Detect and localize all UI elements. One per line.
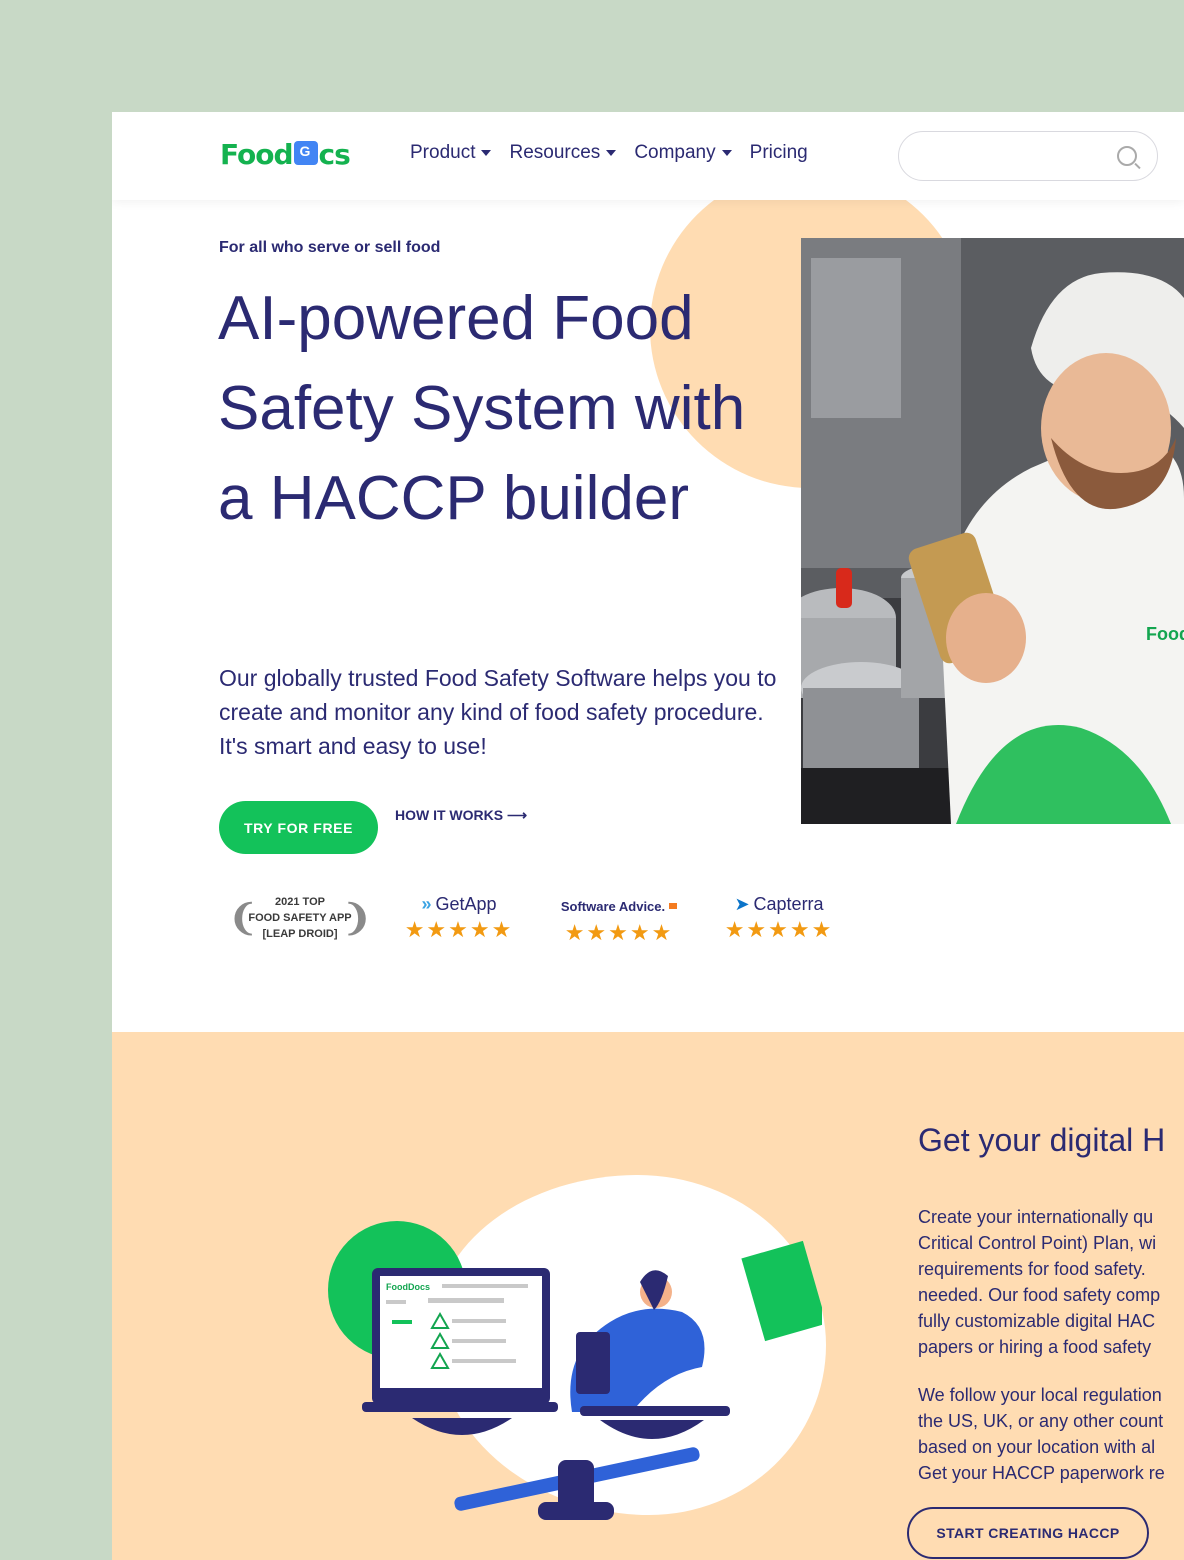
- menu-company[interactable]: Company: [634, 142, 732, 164]
- menu-company-label: Company: [634, 142, 716, 163]
- award-badge: ❨ ❩ 2021 TOP FOOD SAFETY APP [LEAP DROID…: [228, 894, 372, 942]
- menu-pricing-label: Pricing: [749, 142, 808, 163]
- fooddocs-logo[interactable]: Foodcs: [220, 138, 351, 171]
- chef-photo-illustration: Food: [801, 238, 1184, 824]
- software-advice-name: Software Advice.: [560, 898, 666, 914]
- caret-down-icon: [606, 150, 617, 156]
- getapp-rating[interactable]: » GetApp ★★★★★: [394, 894, 524, 943]
- main-menu: Product Resources Company Pricing: [410, 142, 808, 164]
- menu-resources[interactable]: Resources: [509, 142, 617, 164]
- capterra-rating[interactable]: ➤ Capterra ★★★★★: [714, 894, 844, 943]
- capterra-arrow-icon: ➤: [734, 894, 750, 914]
- capterra-name: Capterra: [753, 894, 824, 914]
- menu-product[interactable]: Product: [410, 142, 492, 164]
- software-advice-rating[interactable]: Software Advice. ★★★★★: [554, 894, 684, 946]
- getapp-chevron-icon: »: [421, 894, 432, 914]
- try-for-free-button[interactable]: TRY FOR FREE: [219, 801, 378, 854]
- capterra-stars: ★★★★★: [724, 917, 834, 942]
- start-creating-haccp-button[interactable]: START CREATING HACCP: [907, 1507, 1149, 1559]
- page: Foodcs Product Resources Company Pricing: [112, 112, 1184, 1560]
- search-box: [898, 131, 1158, 181]
- caret-down-icon: [721, 150, 732, 156]
- top-navigation: Foodcs Product Resources Company Pricing: [112, 112, 1184, 200]
- how-it-works-link[interactable]: HOW IT WORKS ⟶: [395, 807, 527, 824]
- chef-photo: Food: [801, 238, 1184, 824]
- google-translate-icon[interactable]: [293, 141, 318, 165]
- haccp-section-paragraph-1: Create your internationally qu Critical …: [918, 1207, 1161, 1357]
- rating-badges: ❨ ❩ 2021 TOP FOOD SAFETY APP [LEAP DROID…: [222, 892, 962, 952]
- getapp-stars: ★★★★★: [404, 917, 514, 942]
- apron-logo-text: Food: [1146, 624, 1184, 644]
- search-icon[interactable]: [1117, 146, 1137, 166]
- software-advice-stars: ★★★★★: [564, 920, 674, 945]
- caret-down-icon: [481, 150, 492, 156]
- scale-illustration: FoodDocs: [362, 1240, 822, 1520]
- hero-lead: Our globally trusted Food Safety Softwar…: [219, 665, 777, 759]
- software-advice-flag-icon: [669, 903, 678, 909]
- menu-pricing[interactable]: Pricing: [750, 142, 808, 164]
- search-input[interactable]: [917, 132, 1121, 180]
- haccp-section-title: Get your digital H: [918, 1122, 1166, 1158]
- getapp-name: GetApp: [435, 894, 497, 914]
- menu-product-label: Product: [410, 142, 476, 163]
- laurel-left-icon: ❨: [228, 897, 259, 938]
- menu-resources-label: Resources: [509, 142, 601, 163]
- illustration-logo-text: FoodDocs: [386, 1282, 430, 1292]
- haccp-section-paragraph-2: We follow your local regulation the US, …: [918, 1385, 1165, 1483]
- laurel-right-icon: ❩: [341, 897, 372, 938]
- hero-title: AI-powered Food Safety System with a HAC…: [218, 284, 746, 533]
- hero-eyebrow: For all who serve or sell food: [219, 239, 441, 256]
- haccp-section: FoodDocs Get your digital H Create your …: [112, 1032, 1184, 1560]
